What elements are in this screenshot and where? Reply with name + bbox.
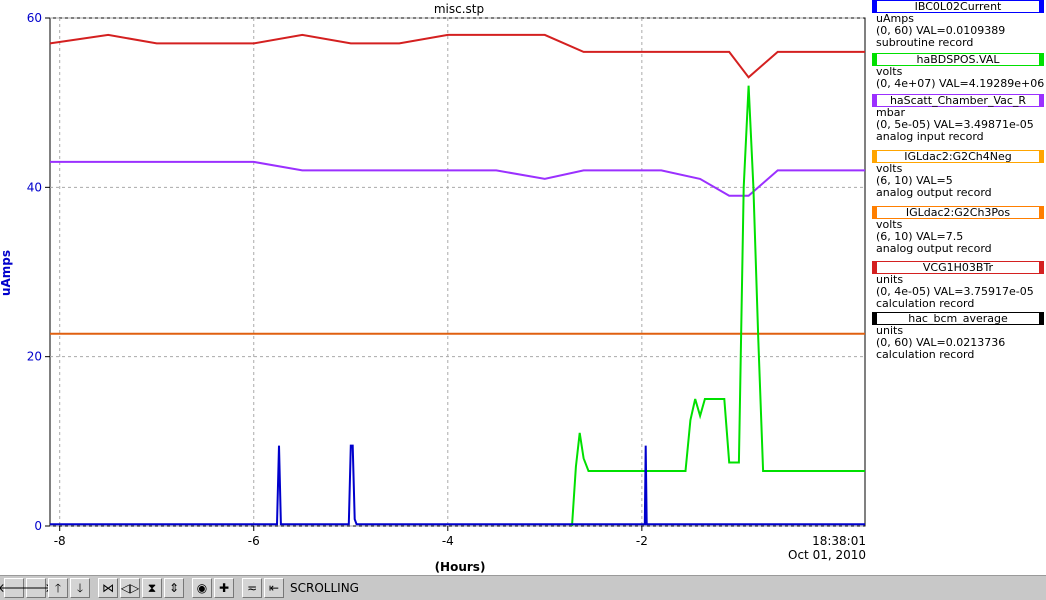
- legend-color-swatch: [873, 207, 877, 218]
- x-tick-label: -6: [248, 534, 260, 548]
- legend-color-swatch: [1039, 95, 1043, 106]
- legend-color-swatch: [873, 95, 877, 106]
- legend-color-swatch: [1039, 262, 1043, 273]
- legend-range-value: (0, 4e+07) VAL=4.19289e+06: [876, 77, 1045, 90]
- zoom-in-y-button[interactable]: ⧗: [142, 578, 162, 598]
- legend-pv-label: VCG1H03BTr: [922, 261, 994, 274]
- y-tick-label: 0: [34, 519, 42, 533]
- legend-entry[interactable]: haBDSPOS.VAL volts (0, 4e+07) VAL=4.19289e…: [870, 53, 1046, 90]
- legend-record-type: analog output record: [876, 186, 992, 199]
- y-tick-label: 40: [27, 180, 42, 194]
- y-axis-label: uAmps: [0, 250, 13, 296]
- scroll-down-icon: 🡓: [76, 581, 84, 595]
- legend-entry[interactable]: VCG1H03BTr units (0, 4e-05) VAL=3.75917e-0…: [870, 261, 1046, 310]
- scroll-up-icon: 🡑: [54, 581, 62, 595]
- legend-color-swatch: [1039, 54, 1043, 65]
- legend-color-swatch: [1039, 151, 1043, 162]
- zoom-in-x-button[interactable]: ⋈: [98, 578, 118, 598]
- legend-pv-name[interactable]: hac_bcm_average: [872, 312, 1044, 325]
- legend-color-swatch: [1039, 1, 1043, 12]
- legend-pv-name[interactable]: haBDSPOS.VAL: [872, 53, 1044, 66]
- legend-color-swatch: [873, 151, 877, 162]
- legend-record-type: analog output record: [876, 242, 992, 255]
- scroll-right-button[interactable]: 🡒: [20, 578, 52, 598]
- zoom-out-y-icon: ⇕: [168, 581, 180, 595]
- x-axis-end-time: 18:38:01: [812, 534, 866, 548]
- x-axis-date: Oct 01, 2010: [788, 548, 866, 562]
- zoom-out-x-button[interactable]: ◁▷: [120, 578, 140, 598]
- auto-scale-icon: ◉: [196, 581, 208, 595]
- legend-entry[interactable]: haScatt_Chamber_Vac_R mbar (0, 5e-05) VAL=…: [870, 94, 1046, 143]
- legend-entry[interactable]: IBC0L02Current uAmps (0, 60) VAL=0.0109389…: [870, 0, 1046, 49]
- y-tick-label: 60: [27, 11, 42, 25]
- config-button[interactable]: ≂: [242, 578, 262, 598]
- legend-color-swatch: [1039, 313, 1043, 324]
- legend-pv-label: IBC0L02Current: [914, 0, 1002, 13]
- legend-entry[interactable]: IGLdac2:G2Ch3Pos volts (6, 10) VAL=7.5 anal…: [870, 206, 1046, 255]
- legend-pv-name[interactable]: IGLdac2:G2Ch3Pos: [872, 206, 1044, 219]
- x-tick-label: -4: [442, 534, 454, 548]
- scroll-mode-icon: ⇤: [268, 581, 280, 595]
- legend-pv-label: IGLdac2:G2Ch3Pos: [905, 206, 1011, 219]
- x-tick-label: -8: [54, 534, 66, 548]
- legend-record-type: analog input record: [876, 130, 984, 143]
- legend-color-swatch: [873, 313, 877, 324]
- zoom-in-x-icon: ⋈: [102, 581, 114, 595]
- x-tick-label: -2: [636, 534, 648, 548]
- legend-record-type: calculation record: [876, 348, 975, 361]
- legend-pv-name[interactable]: IGLdac2:G2Ch4Neg: [872, 150, 1044, 163]
- legend-color-swatch: [873, 262, 877, 273]
- y-tick-label: 20: [27, 350, 42, 364]
- legend-pv-label: haScatt_Chamber_Vac_R: [889, 94, 1027, 107]
- zoom-in-y-icon: ⧗: [147, 581, 157, 595]
- legend-record-type: subroutine record: [876, 36, 974, 49]
- crosshair-button[interactable]: ✚: [214, 578, 234, 598]
- config-icon: ≂: [246, 581, 258, 595]
- crosshair-icon: ✚: [218, 581, 230, 595]
- legend-pv-name[interactable]: IBC0L02Current: [872, 0, 1044, 13]
- scroll-up-button[interactable]: 🡑: [48, 578, 68, 598]
- auto-scale-button[interactable]: ◉: [192, 578, 212, 598]
- toolbar: 🡐 🡒 🡑 🡓 ⋈ ◁▷ ⧗ ⇕ ◉ ✚ ≂ ⇤ SCROLLING: [0, 575, 1046, 600]
- zoom-out-y-button[interactable]: ⇕: [164, 578, 184, 598]
- legend-color-swatch: [873, 54, 877, 65]
- scroll-down-button[interactable]: 🡓: [70, 578, 90, 598]
- legend-color-swatch: [873, 1, 877, 12]
- zoom-out-x-icon: ◁▷: [120, 581, 140, 595]
- legend-entry[interactable]: IGLdac2:G2Ch4Neg volts (6, 10) VAL=5 analog…: [870, 150, 1046, 199]
- scrolling-mode-label: SCROLLING: [290, 581, 359, 595]
- legend-entry[interactable]: hac_bcm_average units (0, 60) VAL=0.021373…: [870, 312, 1046, 361]
- x-axis-label: (Hours): [435, 560, 486, 574]
- chart-title: misc.stp: [434, 2, 484, 16]
- legend-record-type: calculation record: [876, 297, 975, 310]
- legend-panel: IBC0L02Current uAmps (0, 60) VAL=0.0109389…: [870, 0, 1046, 575]
- legend-color-swatch: [1039, 207, 1043, 218]
- legend-pv-label: IGLdac2:G2Ch4Neg: [904, 150, 1012, 163]
- stripchart-plot[interactable]: -8 -6 -4 -2 0 20 40 60 misc.stp uAmps (Hours) 1…: [0, 0, 868, 575]
- scroll-mode-button[interactable]: ⇤: [264, 578, 284, 598]
- legend-pv-label: hac_bcm_average: [908, 312, 1008, 325]
- legend-pv-name[interactable]: haScatt_Chamber_Vac_R: [872, 94, 1044, 107]
- legend-pv-label: haBDSPOS.VAL: [916, 53, 1000, 66]
- legend-pv-name[interactable]: VCG1H03BTr: [872, 261, 1044, 274]
